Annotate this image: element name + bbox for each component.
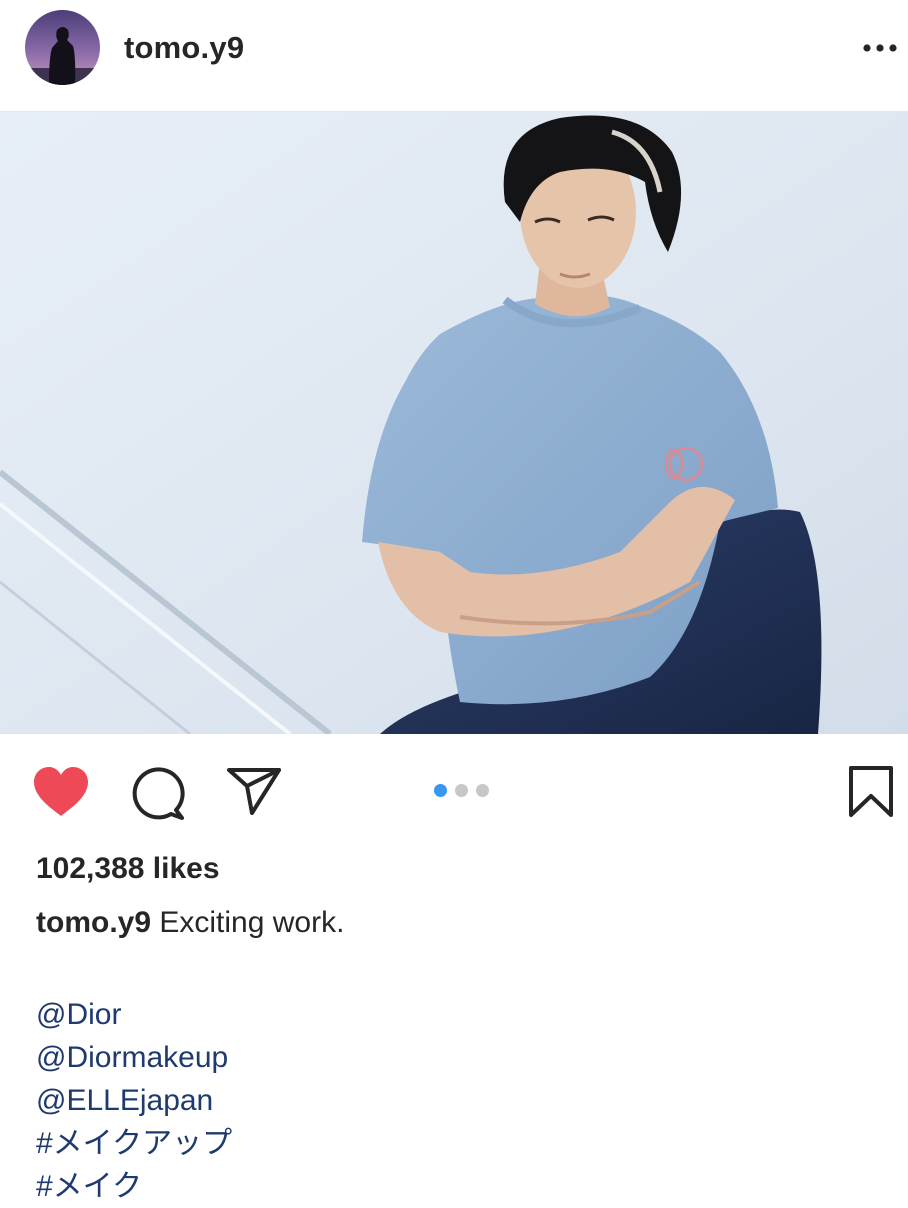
bookmark-icon[interactable] xyxy=(848,766,894,818)
comment-bubble-icon[interactable] xyxy=(130,766,186,822)
heart-filled-icon[interactable] xyxy=(32,766,90,818)
post-username[interactable]: tomo.y9 xyxy=(124,30,244,66)
paper-plane-icon[interactable] xyxy=(226,766,282,816)
caption: tomo.y9 Exciting work. xyxy=(36,906,344,940)
carousel-dot xyxy=(476,784,489,797)
mention-dior[interactable]: @Dior xyxy=(36,993,232,1036)
post-header: tomo.y9 xyxy=(0,0,908,112)
post-photo[interactable] xyxy=(0,112,908,734)
caption-username[interactable]: tomo.y9 xyxy=(36,906,151,939)
carousel-dot-active xyxy=(434,784,447,797)
carousel-indicator xyxy=(434,784,489,798)
carousel-dot xyxy=(455,784,468,797)
more-horizontal-icon[interactable] xyxy=(860,36,900,60)
caption-text: Exciting work. xyxy=(159,906,345,939)
avatar[interactable] xyxy=(25,10,100,85)
avatar-image xyxy=(25,10,100,85)
photo-image xyxy=(0,112,908,734)
hashtag-makeup[interactable]: #メイクアップ xyxy=(36,1122,232,1165)
likes-count[interactable]: 102,388 likes xyxy=(36,852,220,886)
caption-tags: @Dior @Diormakeup @ELLEjapan #メイクアップ #メイ… xyxy=(36,993,232,1208)
mention-ellejapan[interactable]: @ELLEjapan xyxy=(36,1079,232,1122)
hashtag-make[interactable]: #メイク xyxy=(36,1165,232,1208)
mention-diormakeup[interactable]: @Diormakeup xyxy=(36,1036,232,1079)
